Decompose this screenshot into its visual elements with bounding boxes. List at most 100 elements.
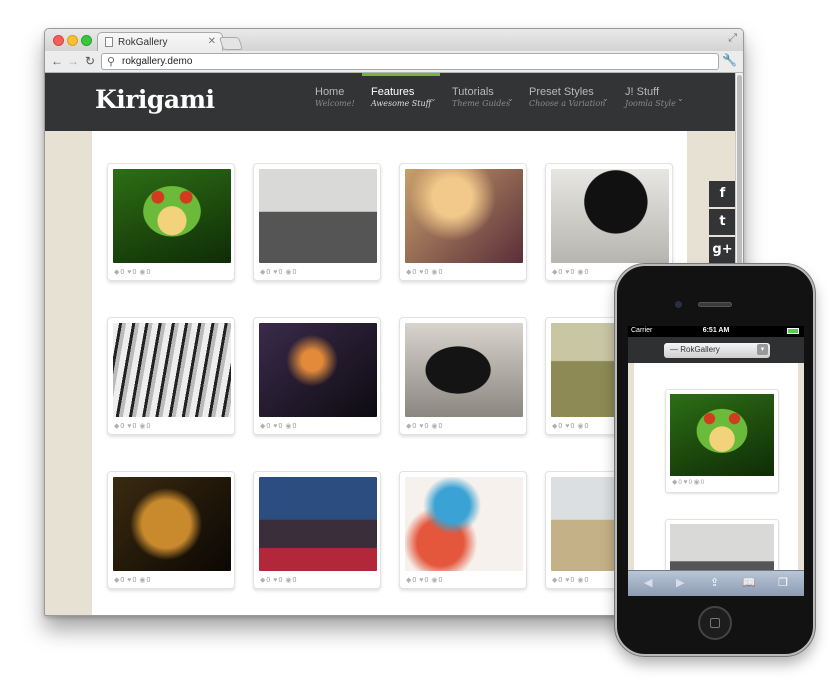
new-tab-button[interactable] [218, 37, 244, 50]
tag-count: ◆0 [552, 577, 563, 584]
image-stats: ◆0 ♥0 ◉0 [114, 422, 153, 430]
eye-count: ◉0 [577, 269, 589, 276]
menu-item-preset-styles[interactable]: Preset Styles Choose a Variation [529, 87, 605, 108]
close-tab-icon[interactable]: ✕ [208, 36, 216, 47]
url-text: rokgallery.demo [122, 56, 193, 67]
tag-count: ◆0 [260, 269, 271, 276]
image-stats: ◆0 ♥0 ◉0 [260, 268, 299, 276]
tag-count: ◆0 [114, 423, 125, 430]
browser-tab[interactable]: RokGallery ✕ [97, 32, 223, 51]
close-window-button[interactable] [53, 35, 64, 46]
menu-item-home[interactable]: Home Welcome! [315, 87, 355, 108]
tag-icon: ◆ [260, 577, 266, 584]
maximize-window-button[interactable] [81, 35, 92, 46]
tag-icon: ◆ [406, 577, 412, 584]
scrollbar-thumb[interactable] [737, 75, 742, 285]
gallery-image-woman-rock[interactable] [259, 169, 377, 263]
stage: RokGallery ✕ ⤢ ← → ↻ ⚲ rokgallery.demo 🔧… [0, 0, 840, 680]
heart-count: ♥0 [273, 269, 283, 276]
eye-icon: ◉ [693, 479, 700, 486]
eye-count: ◉0 [577, 423, 589, 430]
tag-icon: ◆ [552, 577, 558, 584]
heart-count: ♥0 [419, 269, 429, 276]
back-icon[interactable]: ◀ [644, 576, 652, 589]
gallery-image-black-hair[interactable] [551, 169, 669, 263]
mobile-menu-select[interactable]: — RokGallery ▾ [664, 343, 770, 358]
speaker-grille [698, 302, 732, 307]
gallery-card[interactable]: ◆0 ♥0 ◉0 [107, 471, 235, 589]
share-icon[interactable]: ⇪ [710, 576, 719, 589]
phone-screen: Carrier 6:51 AM — RokGallery ▾ ◆0 ♥0 ◉0 … [628, 326, 804, 596]
heart-count: ♥0 [419, 423, 429, 430]
menu-title: Tutorials [452, 86, 494, 98]
chevron-down-icon: ⌄ [602, 94, 609, 103]
image-stats: ◆0 ♥0 ◉0 [406, 422, 445, 430]
forward-icon[interactable]: ▶ [676, 576, 684, 589]
gallery-card[interactable]: ◆0 ♥0 ◉0 [253, 471, 381, 589]
tag-count: ◆0 [114, 577, 125, 584]
twitter-icon[interactable]: t [709, 209, 736, 235]
tabs-icon[interactable]: ❐ [778, 576, 788, 589]
eye-count: ◉0 [139, 269, 151, 276]
minimize-window-button[interactable] [67, 35, 78, 46]
tag-count: ◆0 [114, 269, 125, 276]
gallery-card[interactable]: ◆0 ♥0 ◉0 [399, 471, 527, 589]
heart-count: ♥0 [273, 577, 283, 584]
gallery-card[interactable]: ◆0 ♥0 ◉0 [253, 163, 381, 281]
heart-icon: ♥ [273, 423, 278, 430]
menu-title: Features [371, 86, 415, 98]
tab-title: RokGallery [118, 37, 168, 48]
gallery-image-watercolor[interactable] [405, 477, 523, 571]
image-stats: ◆0 ♥0 ◉0 [552, 576, 591, 584]
bookmarks-icon[interactable]: 📖 [742, 576, 756, 589]
image-stats: ◆0 ♥0 ◉0 [114, 268, 153, 276]
image-stats: ◆0 ♥0 ◉0 [552, 268, 591, 276]
tag-icon: ◆ [406, 423, 412, 430]
gallery-image-guitar[interactable] [405, 169, 523, 263]
menu-title: J! Stuff [625, 86, 660, 98]
gallery-card[interactable]: ◆0 ♥0 ◉0 [253, 317, 381, 435]
menu-item-features[interactable]: Features Awesome Stuff [371, 87, 431, 108]
facebook-icon[interactable]: f [709, 181, 736, 207]
search-icon: ⚲ [107, 56, 116, 68]
forward-button[interactable]: → [67, 54, 79, 68]
menu-subtitle: Joomla Style [625, 99, 676, 108]
eye-icon: ◉ [139, 423, 146, 430]
gallery-image-london[interactable] [259, 477, 377, 571]
tag-count: ◆0 [260, 577, 271, 584]
menu-title: Preset Styles [529, 86, 594, 98]
tab-strip: RokGallery ✕ ⤢ [45, 29, 743, 51]
status-bar: Carrier 6:51 AM [628, 326, 804, 337]
menu-item-tutorials[interactable]: Tutorials Theme Guides [452, 87, 510, 108]
tag-icon: ◆ [114, 269, 120, 276]
iphone-device: Carrier 6:51 AM — RokGallery ▾ ◆0 ♥0 ◉0 … [615, 264, 815, 656]
gallery-image-costume[interactable] [259, 323, 377, 417]
home-button[interactable] [698, 606, 732, 640]
gallery-image-lion[interactable] [113, 477, 231, 571]
site-logo[interactable]: Kirigami [95, 85, 215, 114]
gallery-card[interactable]: ◆0 ♥0 ◉0 [399, 163, 527, 281]
gallery-card[interactable]: ◆0 ♥0 ◉0 [107, 317, 235, 435]
reload-button[interactable]: ↻ [85, 54, 95, 68]
tag-icon: ◆ [260, 269, 266, 276]
mobile-gallery-card[interactable]: ◆0 ♥0 ◉0 [665, 389, 779, 493]
image-stats: ◆0 ♥0 ◉0 [672, 479, 705, 486]
gallery-card[interactable]: ◆0 ♥0 ◉0 [107, 163, 235, 281]
eye-icon: ◉ [285, 577, 292, 584]
heart-count: ♥0 [127, 423, 137, 430]
home-square-icon [710, 618, 720, 628]
menu-item-j-stuff[interactable]: J! Stuff Joomla Style [625, 87, 676, 108]
gallery-card[interactable]: ◆0 ♥0 ◉0 [399, 317, 527, 435]
gallery-image-tiger[interactable] [113, 323, 231, 417]
gallery-image-horse[interactable] [405, 323, 523, 417]
gallery-image-frog[interactable] [113, 169, 231, 263]
google-plus-icon[interactable]: g+ [709, 237, 736, 263]
address-bar[interactable]: ⚲ rokgallery.demo [101, 53, 719, 70]
heart-icon: ♥ [127, 423, 132, 430]
back-button[interactable]: ← [51, 54, 63, 68]
heart-icon: ♥ [127, 577, 132, 584]
wrench-icon[interactable]: 🔧 [722, 53, 737, 67]
gallery-image-frog[interactable] [670, 394, 774, 476]
fullscreen-icon[interactable]: ⤢ [728, 32, 737, 45]
tag-count: ◆0 [406, 577, 417, 584]
